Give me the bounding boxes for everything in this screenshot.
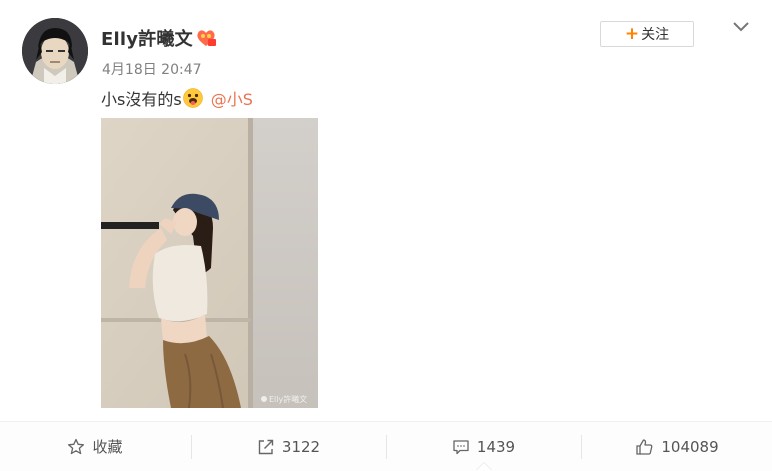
post-timestamp[interactable]: 4月18日 20:47: [102, 59, 202, 79]
avatar-image: [22, 18, 88, 84]
comment-icon: [453, 439, 469, 454]
post-photo[interactable]: Elly許曦文: [101, 118, 318, 408]
tongue-out-emoji-icon: [182, 88, 203, 108]
mention-link[interactable]: @小S: [211, 86, 253, 110]
post-text-body: 小s沒有的s: [101, 90, 182, 109]
thumbs-up-icon: [636, 438, 653, 455]
chevron-down-icon[interactable]: [732, 20, 750, 34]
favorite-label: 收藏: [92, 438, 123, 456]
photo-watermark: Elly許曦文: [269, 394, 307, 404]
star-icon: [68, 438, 85, 454]
comment-count: 1439: [476, 437, 516, 456]
like-count: 104089: [661, 437, 719, 456]
post-text: 小s沒有的s @小S: [101, 86, 253, 110]
author-name[interactable]: Elly許曦文: [101, 25, 193, 51]
repost-count: 3122: [281, 437, 321, 456]
action-bar: 收藏 3122 1439 104089: [0, 421, 772, 471]
vip-badge-icon[interactable]: [195, 28, 217, 48]
follow-button[interactable]: + 关注: [600, 21, 694, 47]
plus-icon: +: [624, 23, 640, 44]
repost-button[interactable]: 3122: [192, 422, 385, 471]
like-button[interactable]: 104089: [582, 422, 772, 471]
favorite-button[interactable]: 收藏: [0, 422, 190, 471]
weibo-post-card: Elly許曦文 4月18日 20:47 小s沒有的s @小S + 关注 Elly…: [0, 0, 772, 471]
photo-image: Elly許曦文: [101, 118, 318, 408]
repost-icon: [258, 439, 274, 454]
follow-label: 关注: [641, 27, 670, 43]
avatar[interactable]: [22, 18, 88, 84]
comment-pointer: [476, 462, 492, 470]
